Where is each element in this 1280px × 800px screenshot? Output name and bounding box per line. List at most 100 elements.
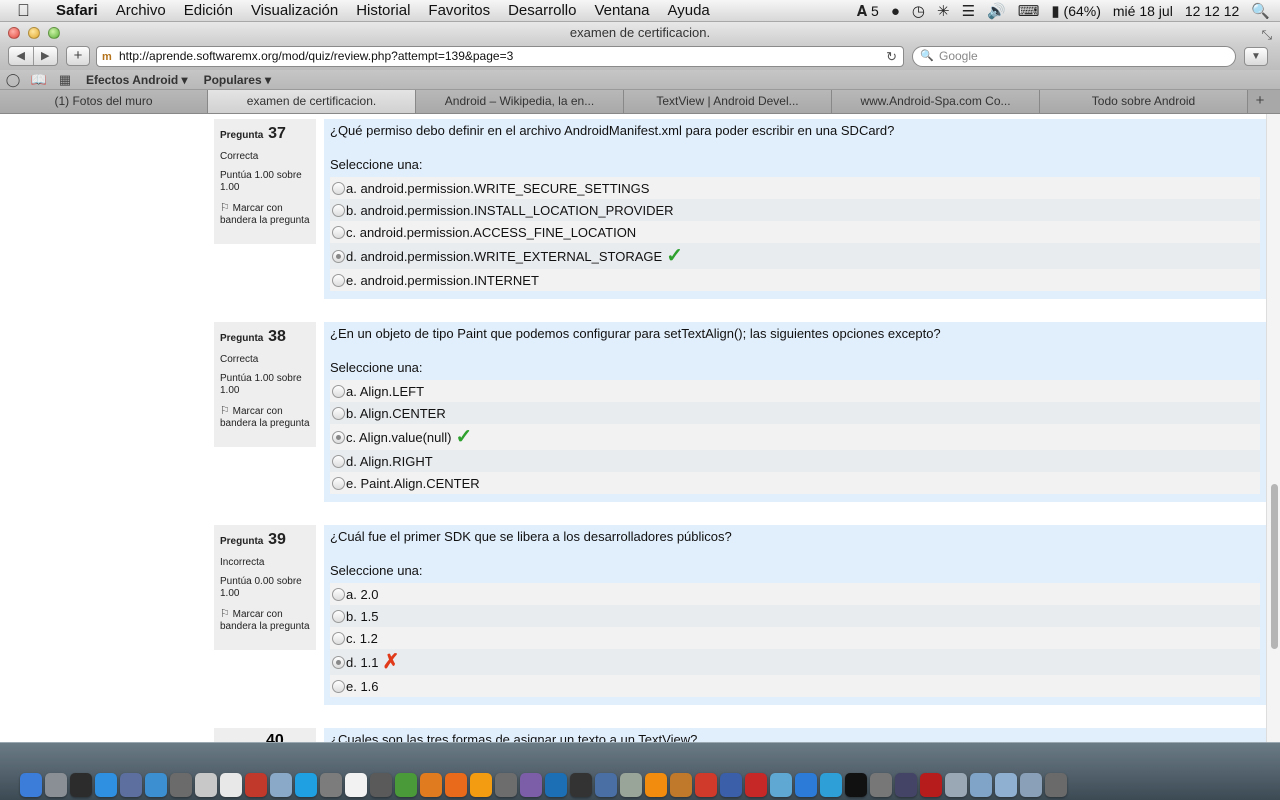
answer-option[interactable]: c. android.permission.ACCESS_FINE_LOCATI… bbox=[330, 221, 1260, 243]
unity-icon[interactable] bbox=[570, 773, 592, 797]
terminal-icon[interactable] bbox=[845, 773, 867, 797]
tab-textview-android[interactable]: TextView | Android Devel... bbox=[624, 90, 832, 113]
bookmark-efectos-android[interactable]: Efectos Android ▾ bbox=[78, 73, 196, 87]
vlc-icon[interactable] bbox=[645, 773, 667, 797]
mail-icon[interactable] bbox=[195, 773, 217, 797]
volume-icon[interactable]: 🔊 bbox=[987, 2, 1006, 20]
time-machine-icon[interactable]: ◷ bbox=[912, 2, 925, 20]
x11-icon[interactable] bbox=[170, 773, 192, 797]
evernote-icon[interactable]: ● bbox=[891, 3, 900, 20]
scrollbar-thumb[interactable] bbox=[1271, 484, 1278, 649]
menu-ventana[interactable]: Ventana bbox=[585, 2, 658, 19]
flag-question-link[interactable]: ⚐ Marcar con bandera la pregunta bbox=[220, 608, 310, 633]
folder3-icon[interactable] bbox=[995, 773, 1017, 797]
spotlight-icon[interactable]: 🔍 bbox=[1251, 2, 1270, 20]
pen-icon[interactable] bbox=[895, 773, 917, 797]
tab-android-spa[interactable]: www.Android-Spa.com Co... bbox=[832, 90, 1040, 113]
itunes-icon[interactable] bbox=[795, 773, 817, 797]
answer-option[interactable]: c. 1.2 bbox=[330, 627, 1260, 649]
back-button[interactable]: ◀ bbox=[9, 47, 33, 65]
globe-icon[interactable] bbox=[720, 773, 742, 797]
flag-question-link[interactable]: ⚐ Marcar con bandera la pregunta bbox=[220, 405, 310, 430]
photoshop-icon[interactable] bbox=[545, 773, 567, 797]
close-window-button[interactable] bbox=[8, 27, 20, 39]
answer-option[interactable]: d. 1.1 ✗ bbox=[330, 649, 1260, 675]
new-tab-button[interactable]: + bbox=[1248, 90, 1272, 113]
add-bookmark-button[interactable]: + bbox=[66, 46, 90, 66]
utility-icon[interactable] bbox=[320, 773, 342, 797]
flag-question-link[interactable]: ⚐ Marcar con bandera la pregunta bbox=[220, 202, 310, 227]
radio-button[interactable] bbox=[332, 454, 345, 468]
tab-examen-certificacion[interactable]: examen de certificacion. bbox=[208, 90, 416, 113]
screen-icon[interactable] bbox=[770, 773, 792, 797]
virtualbox-icon[interactable] bbox=[270, 773, 292, 797]
reload-icon[interactable]: ↻ bbox=[886, 47, 897, 66]
blender-icon[interactable] bbox=[420, 773, 442, 797]
answer-option[interactable]: e. android.permission.INTERNET bbox=[330, 269, 1260, 291]
answer-option[interactable]: b. Align.CENTER bbox=[330, 402, 1260, 424]
adobe-status-item[interactable]: 𝐀 5 bbox=[857, 3, 879, 20]
tab-android-wikipedia[interactable]: Android – Wikipedia, la en... bbox=[416, 90, 624, 113]
filezilla-icon[interactable] bbox=[245, 773, 267, 797]
launchpad-icon[interactable] bbox=[45, 773, 67, 797]
answer-option[interactable]: a. Align.LEFT bbox=[330, 380, 1260, 402]
downloads-button[interactable]: ▼ bbox=[1244, 47, 1268, 66]
radio-button-checked[interactable] bbox=[332, 430, 345, 444]
menu-historial[interactable]: Historial bbox=[347, 2, 419, 19]
menu-favoritos[interactable]: Favoritos bbox=[419, 2, 499, 19]
radio-button[interactable] bbox=[332, 476, 345, 490]
game2-icon[interactable] bbox=[670, 773, 692, 797]
illustrator-icon[interactable] bbox=[470, 773, 492, 797]
minimize-window-button[interactable] bbox=[28, 27, 40, 39]
twitter-icon[interactable] bbox=[820, 773, 842, 797]
radio-button-checked[interactable] bbox=[332, 655, 345, 669]
reading-list-icon[interactable]: ◯ bbox=[0, 72, 26, 88]
preview-icon[interactable] bbox=[120, 773, 142, 797]
radio-button[interactable] bbox=[332, 384, 345, 398]
radio-button[interactable] bbox=[332, 203, 345, 217]
answer-option[interactable]: b. 1.5 bbox=[330, 605, 1260, 627]
photo-icon[interactable] bbox=[370, 773, 392, 797]
safari-icon[interactable] bbox=[145, 773, 167, 797]
menu-visualizacion[interactable]: Visualización bbox=[242, 2, 347, 19]
trash-icon[interactable] bbox=[1045, 773, 1067, 797]
radio-button[interactable] bbox=[332, 406, 345, 420]
app-icon[interactable] bbox=[520, 773, 542, 797]
folder-icon[interactable] bbox=[945, 773, 967, 797]
wifi-icon[interactable]: ☰ bbox=[962, 2, 975, 20]
menu-archivo[interactable]: Archivo bbox=[107, 2, 175, 19]
ical-icon[interactable] bbox=[220, 773, 242, 797]
flash-icon[interactable] bbox=[920, 773, 942, 797]
top-sites-icon[interactable]: ▦ bbox=[52, 72, 78, 88]
radio-button[interactable] bbox=[332, 587, 345, 601]
radio-button[interactable] bbox=[332, 679, 345, 693]
radio-button[interactable] bbox=[332, 181, 345, 195]
bluetooth-icon[interactable]: ✳ bbox=[937, 2, 950, 20]
forward-button[interactable]: ▶ bbox=[32, 47, 58, 65]
gimp-icon[interactable] bbox=[495, 773, 517, 797]
answer-option[interactable]: e. 1.6 bbox=[330, 675, 1260, 697]
game3-icon[interactable] bbox=[745, 773, 767, 797]
finder-icon[interactable] bbox=[20, 773, 42, 797]
settings-icon[interactable] bbox=[870, 773, 892, 797]
app-store-icon[interactable] bbox=[95, 773, 117, 797]
tab-fotos-del-muro[interactable]: (1) Fotos del muro bbox=[0, 90, 208, 113]
game-icon[interactable] bbox=[620, 773, 642, 797]
answer-option[interactable]: e. Paint.Align.CENTER bbox=[330, 472, 1260, 494]
apple-menu-icon[interactable]:  bbox=[17, 1, 39, 21]
clock-date[interactable]: mié 18 jul bbox=[1113, 3, 1173, 19]
dashboard-icon[interactable] bbox=[70, 773, 92, 797]
bookmarks-book-icon[interactable]: 📖 bbox=[26, 72, 52, 88]
keyboard-icon[interactable]: ⌨ bbox=[1018, 2, 1040, 20]
radio-button[interactable] bbox=[332, 609, 345, 623]
answer-option[interactable]: b. android.permission.INSTALL_LOCATION_P… bbox=[330, 199, 1260, 221]
menu-ayuda[interactable]: Ayuda bbox=[659, 2, 719, 19]
radio-button-checked[interactable] bbox=[332, 249, 345, 263]
zoom-window-button[interactable] bbox=[48, 27, 60, 39]
menu-app-safari[interactable]: Safari bbox=[47, 2, 107, 19]
answer-option[interactable]: a. 2.0 bbox=[330, 583, 1260, 605]
answer-option[interactable]: a. android.permission.WRITE_SECURE_SETTI… bbox=[330, 177, 1260, 199]
firefox-icon[interactable] bbox=[445, 773, 467, 797]
folder2-icon[interactable] bbox=[970, 773, 992, 797]
fullscreen-icon[interactable]: ⤡ bbox=[1262, 24, 1272, 46]
